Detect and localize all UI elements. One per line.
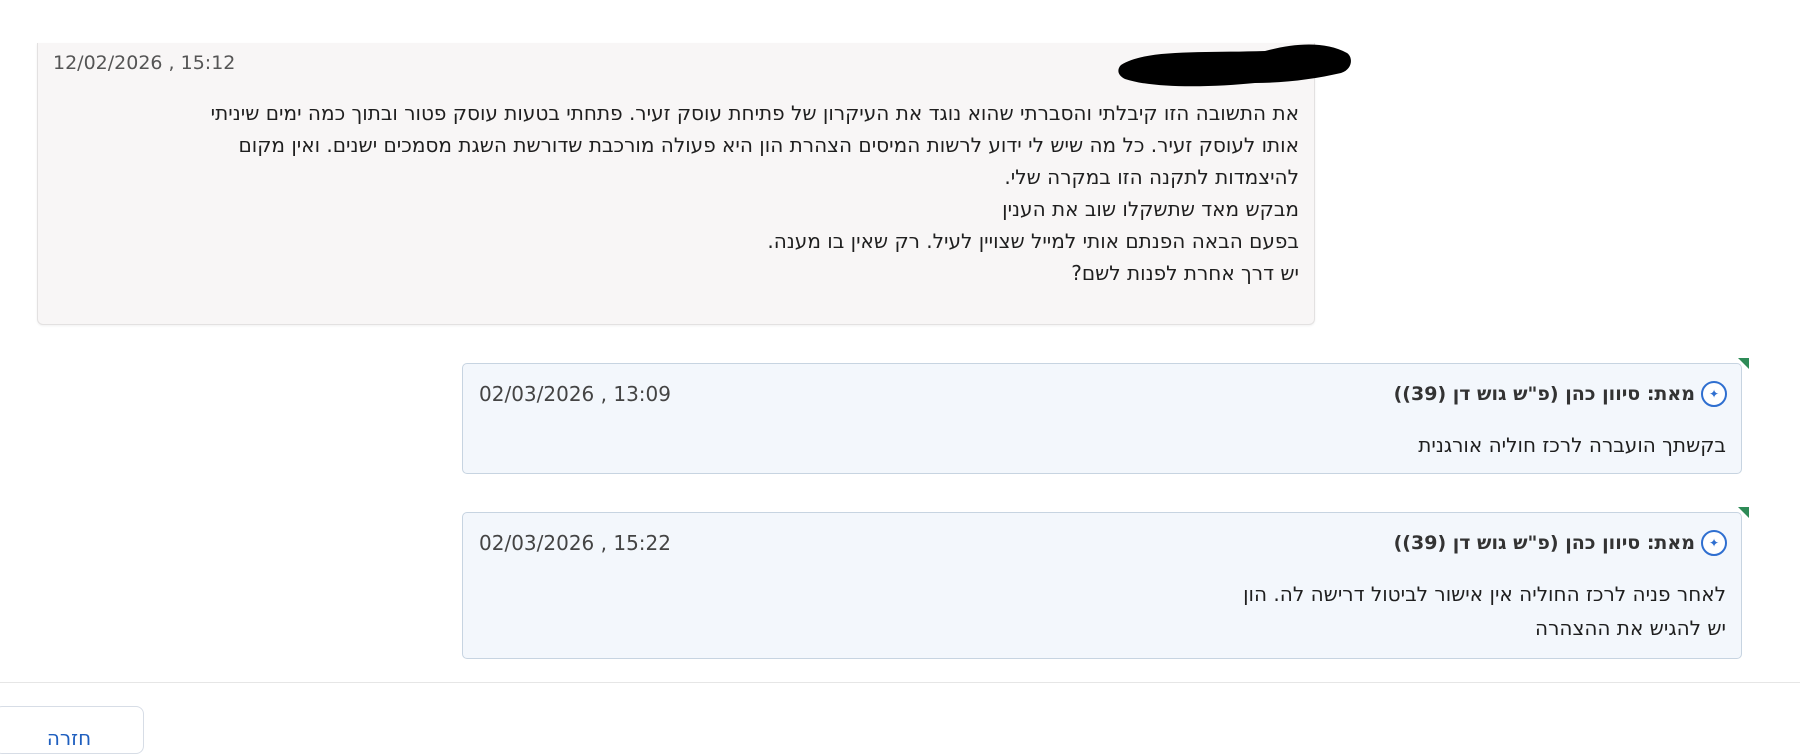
back-button[interactable]: חזרה xyxy=(0,706,144,754)
reply-header: ✦ מאת: סיוון כהן (פ"ש גוש דן (39)) xyxy=(1394,381,1727,407)
reply-line: לאחר פניה לרכז החוליה אין אישור לביטול ד… xyxy=(1243,582,1726,606)
reply-line: יש להגיש את ההצהרה xyxy=(1535,616,1726,640)
reply-line: בקשתך הועברה לרכז חוליה אורגנית xyxy=(1418,433,1726,457)
footer-divider xyxy=(0,682,1800,683)
message-line: את התשובה הזו קיבלתי והסברתי שהוא נוגד א… xyxy=(210,101,1299,125)
reply-header: ✦ מאת: סיוון כהן (פ"ש גוש דן (39)) xyxy=(1394,530,1727,556)
reply-timestamp: 02/03/2026 , 15:22 xyxy=(479,531,671,555)
office-seal-icon: ✦ xyxy=(1701,381,1727,407)
message-line: מבקש מאד שתשקלו שוב את הענין xyxy=(1002,197,1299,221)
message-line: יש דרך אחרת לפנות לשם? xyxy=(1071,261,1299,285)
corner-marker xyxy=(1738,507,1749,518)
reply-timestamp: 02/03/2026 , 13:09 xyxy=(479,382,671,406)
reply-sender: מאת: סיוון כהן (פ"ש גוש דן (39)) xyxy=(1393,532,1695,554)
user-message: 12/02/2026 , 15:12 את התשובה הזו קיבלתי … xyxy=(37,43,1351,325)
reply-body: בקשתך הועברה לרכז חוליה אורגנית xyxy=(486,428,1726,462)
message-line: להיצמדות לתקנה הזו במקרה שלי. xyxy=(1004,165,1299,189)
reply-body: לאחר פניה לרכז החוליה אין אישור לביטול ד… xyxy=(486,577,1726,645)
message-line: בפעם הבאה הפנתם אותי למייל שצויין לעיל. … xyxy=(767,229,1299,253)
reply-message: 02/03/2026 , 15:22 ✦ מאת: סיוון כהן (פ"ש… xyxy=(462,507,1749,659)
reply-sender: מאת: סיוון כהן (פ"ש גוש דן (39)) xyxy=(1393,383,1695,405)
office-seal-icon: ✦ xyxy=(1701,530,1727,556)
corner-marker xyxy=(1738,358,1749,369)
reply-message: 02/03/2026 , 13:09 ✦ מאת: סיוון כהן (פ"ש… xyxy=(462,358,1749,474)
message-body: את התשובה הזו קיבלתי והסברתי שהוא נוגד א… xyxy=(49,97,1299,289)
message-line: אותו לעוסק זעיר. כל מה שיש לי ידוע לרשות… xyxy=(238,133,1299,157)
redacted-sender-mark xyxy=(1118,44,1351,87)
message-timestamp: 12/02/2026 , 15:12 xyxy=(53,52,236,74)
